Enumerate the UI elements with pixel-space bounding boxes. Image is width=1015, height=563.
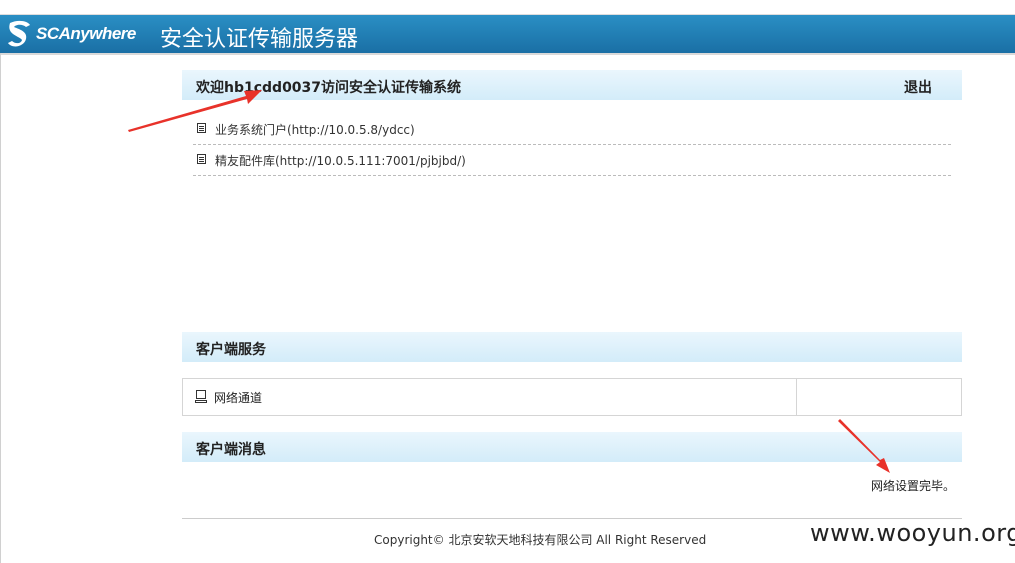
red-arrow-1	[128, 90, 262, 132]
red-arrow-2	[838, 419, 890, 473]
annotation-arrows	[128, 90, 890, 473]
